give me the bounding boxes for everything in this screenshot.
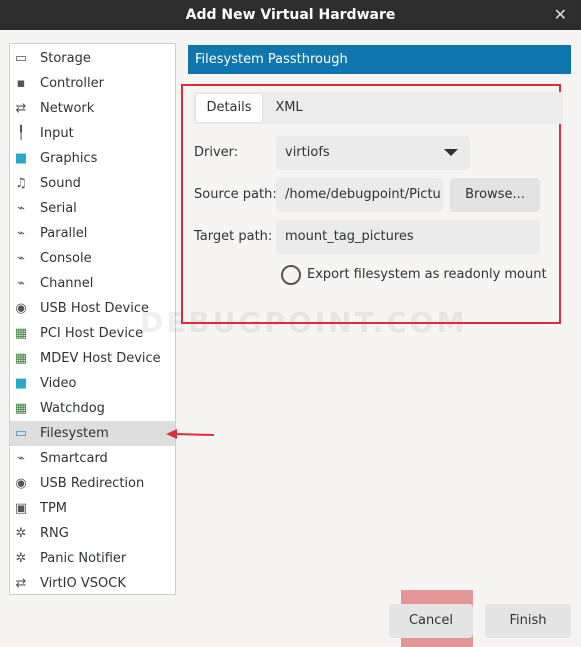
source-path-input[interactable]: /home/debugpoint/Pictu (276, 178, 443, 212)
sidebar-item-label: Network (40, 101, 95, 116)
sidebar-item-mdev-host-device[interactable]: ▦ MDEV Host Device (10, 346, 175, 371)
sidebar-item-label: Channel (40, 276, 94, 291)
tab-details[interactable]: Details (196, 94, 262, 122)
input-icon: ╿ (17, 126, 25, 141)
window-title: Add New Virtual Hardware (185, 7, 396, 23)
sidebar-item-label: Watchdog (40, 401, 105, 416)
sidebar-item-smartcard[interactable]: ⌁ Smartcard (10, 446, 175, 471)
console-icon: ⌁ (17, 251, 25, 266)
sidebar-item-label: Serial (40, 201, 77, 216)
usb-host-device-icon: ◉ (15, 301, 27, 316)
sidebar-item-label: Sound (40, 176, 81, 191)
target-path-value: mount_tag_pictures (285, 229, 414, 244)
sidebar-item-label: Console (40, 251, 92, 266)
parallel-icon: ⌁ (17, 226, 25, 241)
annotation-arrow-icon (166, 429, 215, 439)
sidebar-item-watchdog[interactable]: ▦ Watchdog (10, 396, 175, 421)
dropdown-arrow-icon (444, 149, 458, 156)
source-path-value: /home/debugpoint/Pictu (285, 187, 441, 202)
window-titlebar: Add New Virtual Hardware ✕ (0, 0, 581, 30)
panel-header: Filesystem Passthrough (188, 45, 571, 74)
sidebar-item-console[interactable]: ⌁ Console (10, 246, 175, 271)
sidebar-item-label: MDEV Host Device (40, 351, 161, 366)
sidebar-item-video[interactable]: ■ Video (10, 371, 175, 396)
sidebar-item-graphics[interactable]: ■ Graphics (10, 146, 175, 171)
sidebar-item-channel[interactable]: ⌁ Channel (10, 271, 175, 296)
sidebar-item-controller[interactable]: ▪ Controller (10, 71, 175, 96)
sidebar-item-label: RNG (40, 526, 69, 541)
virtio-vsock-icon: ⇄ (15, 576, 27, 591)
driver-dropdown[interactable]: virtiofs (276, 136, 470, 170)
sidebar-item-label: USB Host Device (40, 301, 150, 316)
sidebar-item-label: Panic Notifier (40, 551, 127, 566)
sidebar-item-tpm[interactable]: ▣ TPM (10, 496, 175, 521)
mdev-host-device-icon: ▦ (14, 351, 28, 366)
cancel-button[interactable]: Cancel (389, 604, 473, 638)
channel-icon: ⌁ (17, 276, 25, 291)
sidebar-item-label: Controller (40, 76, 104, 91)
pci-host-device-icon: ▦ (14, 326, 28, 341)
filesystem-icon: ▭ (14, 426, 28, 441)
graphics-icon: ■ (14, 151, 28, 166)
driver-label: Driver: (194, 145, 239, 160)
sidebar-item-label: Graphics (40, 151, 98, 166)
rng-icon: ✲ (15, 526, 27, 541)
sidebar-item-label: Parallel (40, 226, 88, 241)
sidebar-item-usb-redirection[interactable]: ◉ USB Redirection (10, 471, 175, 496)
sidebar-item-label: Storage (40, 51, 91, 66)
driver-value: virtiofs (285, 145, 330, 160)
sidebar-item-sound[interactable]: ♫ Sound (10, 171, 175, 196)
sidebar-item-label: VirtIO VSOCK (40, 576, 126, 591)
usb-redirection-icon: ◉ (15, 476, 27, 491)
sidebar-item-label: Filesystem (40, 426, 109, 441)
sidebar-item-storage[interactable]: ▭ Storage (10, 46, 175, 71)
sidebar-item-label: TPM (40, 501, 67, 516)
sidebar-item-filesystem[interactable]: ▭ Filesystem (10, 421, 175, 446)
sidebar-item-input[interactable]: ╿ Input (10, 121, 175, 146)
video-icon: ■ (14, 376, 28, 391)
network-icon: ⇄ (15, 101, 27, 116)
smartcard-icon: ⌁ (17, 451, 25, 466)
sidebar-item-network[interactable]: ⇄ Network (10, 96, 175, 121)
sidebar-item-label: Video (40, 376, 77, 391)
sidebar-item-serial[interactable]: ⌁ Serial (10, 196, 175, 221)
readonly-label: Export filesystem as readonly mount (307, 267, 547, 282)
tab-bar: Details XML (193, 92, 563, 124)
controller-icon: ▪ (16, 76, 26, 91)
sidebar-item-panic-notifier[interactable]: ✲ Panic Notifier (10, 546, 175, 571)
sidebar-item-label: Input (40, 126, 74, 141)
sidebar-item-label: USB Redirection (40, 476, 145, 491)
sound-icon: ♫ (15, 176, 27, 191)
tab-xml[interactable]: XML (265, 94, 313, 122)
storage-icon: ▭ (14, 51, 28, 66)
sidebar-item-label: Smartcard (40, 451, 108, 466)
sidebar-item-label: PCI Host Device (40, 326, 144, 341)
sidebar-item-virtio-vsock[interactable]: ⇄ VirtIO VSOCK (10, 571, 175, 596)
watchdog-icon: ▦ (14, 401, 28, 416)
readonly-radio[interactable] (281, 265, 301, 285)
tpm-icon: ▣ (14, 501, 28, 516)
panic-notifier-icon: ✲ (15, 551, 27, 566)
serial-icon: ⌁ (17, 201, 25, 216)
sidebar-item-rng[interactable]: ✲ RNG (10, 521, 175, 546)
source-path-label: Source path: (194, 187, 277, 202)
browse-button[interactable]: Browse... (450, 178, 540, 212)
finish-button[interactable]: Finish (485, 604, 571, 638)
sidebar-item-parallel[interactable]: ⌁ Parallel (10, 221, 175, 246)
target-path-label: Target path: (194, 229, 273, 244)
target-path-input[interactable]: mount_tag_pictures (276, 220, 540, 254)
close-icon[interactable]: ✕ (554, 0, 567, 30)
